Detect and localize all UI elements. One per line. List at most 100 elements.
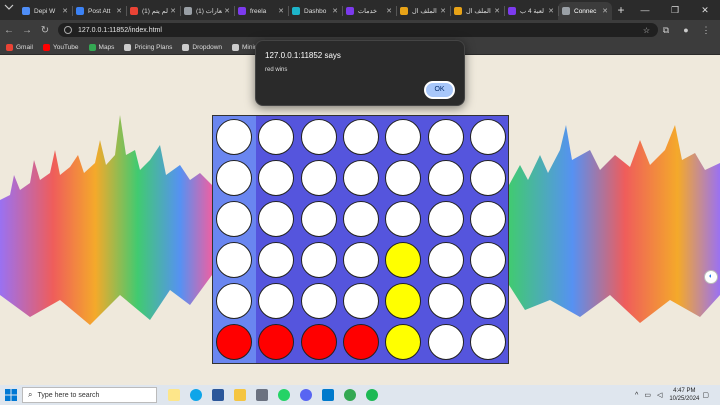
vscode-icon[interactable] [317, 386, 339, 404]
board-cell-empty[interactable] [300, 242, 337, 278]
browser-tab[interactable]: Connec ✕ [558, 2, 612, 20]
board-cell-empty[interactable] [216, 160, 252, 196]
tab-close-icon[interactable]: ✕ [116, 7, 122, 15]
new-tab-button[interactable]: + [612, 2, 630, 20]
board-cell-yellow[interactable] [385, 283, 422, 319]
board-cell-empty[interactable] [258, 160, 295, 196]
board-cell-empty[interactable] [258, 119, 295, 155]
browser-tab[interactable]: خدمات ✕ [342, 2, 396, 20]
board-cell-empty[interactable] [342, 201, 379, 237]
board-cell-empty[interactable] [469, 201, 506, 237]
browser-tab[interactable]: Post Att ✕ [72, 2, 126, 20]
side-panel-icon[interactable]: ◐ [704, 270, 718, 284]
board-cell-empty[interactable] [469, 160, 506, 196]
tab-close-icon[interactable]: ✕ [494, 7, 500, 15]
bookmark-item[interactable]: Pricing Plans [124, 43, 172, 51]
bookmark-item[interactable]: YouTube [42, 43, 79, 51]
minimize-button[interactable]: — [630, 0, 660, 20]
board-cell-empty[interactable] [216, 283, 252, 319]
tab-close-icon[interactable]: ✕ [440, 7, 446, 15]
browser-tab[interactable]: لعبة 4 ب ✕ [504, 2, 558, 20]
board-cell-empty[interactable] [216, 119, 252, 155]
clock[interactable]: 4:47 PM 10/25/2024 [669, 387, 699, 403]
menu-icon[interactable]: ⋮ [696, 25, 716, 36]
board-cell-empty[interactable] [385, 201, 422, 237]
board-cell-empty[interactable] [342, 119, 379, 155]
chrome-icon[interactable] [339, 386, 361, 404]
board-cell-yellow[interactable] [385, 242, 422, 278]
tab-close-icon[interactable]: ✕ [170, 7, 176, 15]
board-cell-empty[interactable] [427, 283, 464, 319]
board-cell-empty[interactable] [469, 324, 506, 360]
tab-close-icon[interactable]: ✕ [62, 7, 68, 15]
browser-tab[interactable]: (1) إشعارات✕ [180, 2, 234, 20]
board-cell-empty[interactable] [342, 242, 379, 278]
board-cell-empty[interactable] [300, 283, 337, 319]
taskbar-search-input[interactable]: ⌕ Type here to search [22, 387, 157, 403]
board-cell-empty[interactable] [258, 201, 295, 237]
connect-four-board[interactable] [212, 115, 509, 364]
store-icon[interactable] [251, 386, 273, 404]
board-cell-empty[interactable] [258, 242, 295, 278]
board-cell-empty[interactable] [342, 160, 379, 196]
tab-close-icon[interactable]: ✕ [548, 7, 554, 15]
board-cell-empty[interactable] [300, 160, 337, 196]
back-button[interactable]: ← [0, 25, 18, 36]
site-info-icon[interactable] [64, 26, 72, 34]
tab-close-icon[interactable]: ✕ [224, 7, 230, 15]
task-view-icon[interactable] [163, 386, 185, 404]
board-cell-empty[interactable] [469, 283, 506, 319]
board-cell-empty[interactable] [216, 201, 252, 237]
tab-search-icon[interactable] [0, 0, 18, 20]
ok-button[interactable]: OK [424, 81, 455, 99]
notification-icon[interactable]: ▢ [702, 391, 709, 399]
board-cell-red[interactable] [258, 324, 295, 360]
browser-tab[interactable]: Dashbo ✕ [288, 2, 342, 20]
volume-icon[interactable]: ◁ [657, 391, 662, 399]
bookmark-item[interactable]: Dropdown [182, 43, 222, 51]
maximize-button[interactable]: ❐ [660, 0, 690, 20]
board-cell-empty[interactable] [469, 119, 506, 155]
board-cell-red[interactable] [216, 324, 252, 360]
bookmark-item[interactable]: Maps [88, 43, 114, 51]
tab-close-icon[interactable]: ✕ [386, 7, 392, 15]
forward-button[interactable]: → [18, 25, 36, 36]
whatsapp-icon[interactable] [273, 386, 295, 404]
board-cell-empty[interactable] [385, 119, 422, 155]
board-cell-empty[interactable] [469, 242, 506, 278]
word-icon[interactable] [207, 386, 229, 404]
start-button[interactable] [0, 385, 22, 405]
bookmark-item[interactable]: Gmail [6, 43, 33, 51]
browser-tab[interactable]: الملف ال ✕ [450, 2, 504, 20]
board-cell-empty[interactable] [427, 201, 464, 237]
extensions-icon[interactable]: ⧉ [656, 25, 676, 36]
chevron-up-icon[interactable]: ^ [635, 392, 638, 399]
file-explorer-icon[interactable] [229, 386, 251, 404]
board-cell-empty[interactable] [427, 242, 464, 278]
board-cell-empty[interactable] [258, 283, 295, 319]
board-cell-empty[interactable] [300, 201, 337, 237]
board-cell-empty[interactable] [216, 242, 252, 278]
board-cell-empty[interactable] [385, 160, 422, 196]
discord-icon[interactable] [295, 386, 317, 404]
browser-tab[interactable]: (1) لم يتم ✕ [126, 2, 180, 20]
profile-icon[interactable]: ● [676, 25, 696, 35]
reload-button[interactable]: ↻ [36, 25, 54, 36]
board-cell-yellow[interactable] [385, 324, 422, 360]
tab-close-icon[interactable]: ✕ [602, 7, 608, 15]
address-bar[interactable]: 127.0.0.1:11852/index.html ☆ [58, 23, 658, 37]
close-window-button[interactable]: ✕ [690, 0, 720, 20]
browser-tab[interactable]: Depi W ✕ [18, 2, 72, 20]
browser-tab[interactable]: freela ✕ [234, 2, 288, 20]
board-cell-empty[interactable] [427, 160, 464, 196]
board-cell-red[interactable] [342, 324, 379, 360]
board-cell-empty[interactable] [427, 119, 464, 155]
tab-close-icon[interactable]: ✕ [332, 7, 338, 15]
edge-icon[interactable] [185, 386, 207, 404]
board-cell-red[interactable] [300, 324, 337, 360]
board-cell-empty[interactable] [300, 119, 337, 155]
browser-tab[interactable]: الملف ال ✕ [396, 2, 450, 20]
tab-close-icon[interactable]: ✕ [278, 7, 284, 15]
bookmark-star-icon[interactable]: ☆ [643, 26, 650, 35]
board-cell-empty[interactable] [427, 324, 464, 360]
